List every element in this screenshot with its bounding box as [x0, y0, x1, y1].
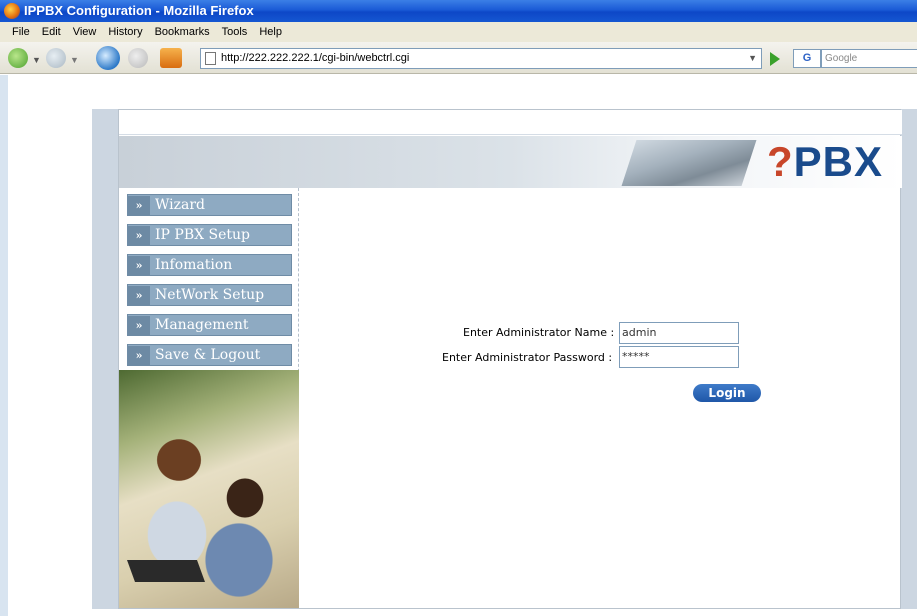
menu-view[interactable]: View — [67, 22, 103, 42]
admin-name-input[interactable]: admin — [619, 322, 739, 344]
header-banner: ?PBX — [119, 136, 902, 188]
url-text[interactable]: http://222.222.222.1/cgi-bin/webctrl.cgi — [221, 52, 409, 64]
menu-network-setup[interactable]: » NetWork Setup — [127, 284, 292, 306]
stop-icon[interactable] — [128, 48, 148, 68]
people-photo — [119, 370, 299, 608]
side-menu: » Wizard » IP PBX Setup » Infomation » NetWo… — [119, 188, 299, 608]
menu-label: Save & Logout — [155, 347, 261, 363]
menu-tools[interactable]: Tools — [216, 22, 254, 42]
photo-laptop — [126, 560, 206, 582]
forward-icon[interactable] — [46, 48, 66, 68]
menu-label: Management — [155, 317, 249, 333]
menu-bookmarks[interactable]: Bookmarks — [149, 22, 216, 42]
search-engine-selector[interactable]: G — [793, 49, 821, 68]
top-spacer — [119, 110, 902, 135]
admin-password-label: Enter Administrator Password : — [442, 351, 613, 364]
frame-inner: ?PBX » Wizard » IP PBX Setup » Infomation »… — [118, 109, 902, 609]
chevron-right-icon: » — [128, 316, 150, 336]
menu-history[interactable]: History — [102, 22, 148, 42]
menu-wizard[interactable]: » Wizard — [127, 194, 292, 216]
sidebar-strip — [0, 75, 8, 616]
ipbx-logo: ?PBX — [767, 140, 883, 184]
page-icon — [205, 52, 216, 65]
menu-label: Wizard — [155, 197, 205, 213]
chevron-right-icon: » — [128, 256, 150, 276]
menu-label: NetWork Setup — [155, 287, 265, 303]
url-bar[interactable]: http://222.222.222.1/cgi-bin/webctrl.cgi… — [200, 48, 762, 69]
login-form: Enter Administrator Name : admin Enter A… — [299, 188, 902, 608]
menu-bar: File Edit View History Bookmarks Tools H… — [0, 22, 917, 42]
page-content: ?PBX » Wizard » IP PBX Setup » Infomation »… — [0, 75, 917, 616]
admin-name-label: Enter Administrator Name : — [463, 326, 615, 339]
menu-information[interactable]: » Infomation — [127, 254, 292, 276]
laptop-image — [621, 140, 757, 186]
home-icon[interactable] — [160, 48, 182, 68]
url-dropdown-icon[interactable]: ▼ — [748, 49, 757, 68]
window-titlebar: IPPBX Configuration - Mozilla Firefox — [0, 0, 917, 22]
chevron-right-icon: » — [128, 346, 150, 366]
menu-ip-pbx-setup[interactable]: » IP PBX Setup — [127, 224, 292, 246]
forward-dropdown-icon[interactable]: ▼ — [70, 55, 90, 75]
back-icon[interactable] — [8, 48, 28, 68]
menu-file[interactable]: File — [6, 22, 36, 42]
login-button[interactable]: Login — [693, 384, 761, 402]
admin-password-input[interactable]: ***** — [619, 346, 739, 368]
reload-icon[interactable] — [96, 46, 120, 70]
menu-help[interactable]: Help — [253, 22, 288, 42]
page-frame: ?PBX » Wizard » IP PBX Setup » Infomation »… — [92, 109, 917, 609]
window-title: IPPBX Configuration - Mozilla Firefox — [24, 3, 254, 18]
chevron-right-icon: » — [128, 286, 150, 306]
menu-management[interactable]: » Management — [127, 314, 292, 336]
chevron-right-icon: » — [128, 196, 150, 216]
menu-label: Infomation — [155, 257, 233, 273]
search-input[interactable]: Google — [821, 49, 917, 68]
firefox-icon — [4, 3, 20, 19]
menu-edit[interactable]: Edit — [36, 22, 67, 42]
chevron-right-icon: » — [128, 226, 150, 246]
navigation-toolbar: ▼ ▼ http://222.222.222.1/cgi-bin/webctrl… — [0, 42, 917, 74]
menu-label: IP PBX Setup — [155, 227, 251, 243]
back-dropdown-icon[interactable]: ▼ — [32, 55, 41, 65]
logo-text: PBX — [793, 138, 884, 185]
menu-save-logout[interactable]: » Save & Logout — [127, 344, 292, 366]
go-arrow-icon[interactable] — [770, 52, 780, 66]
logo-prefix: ? — [767, 138, 794, 185]
